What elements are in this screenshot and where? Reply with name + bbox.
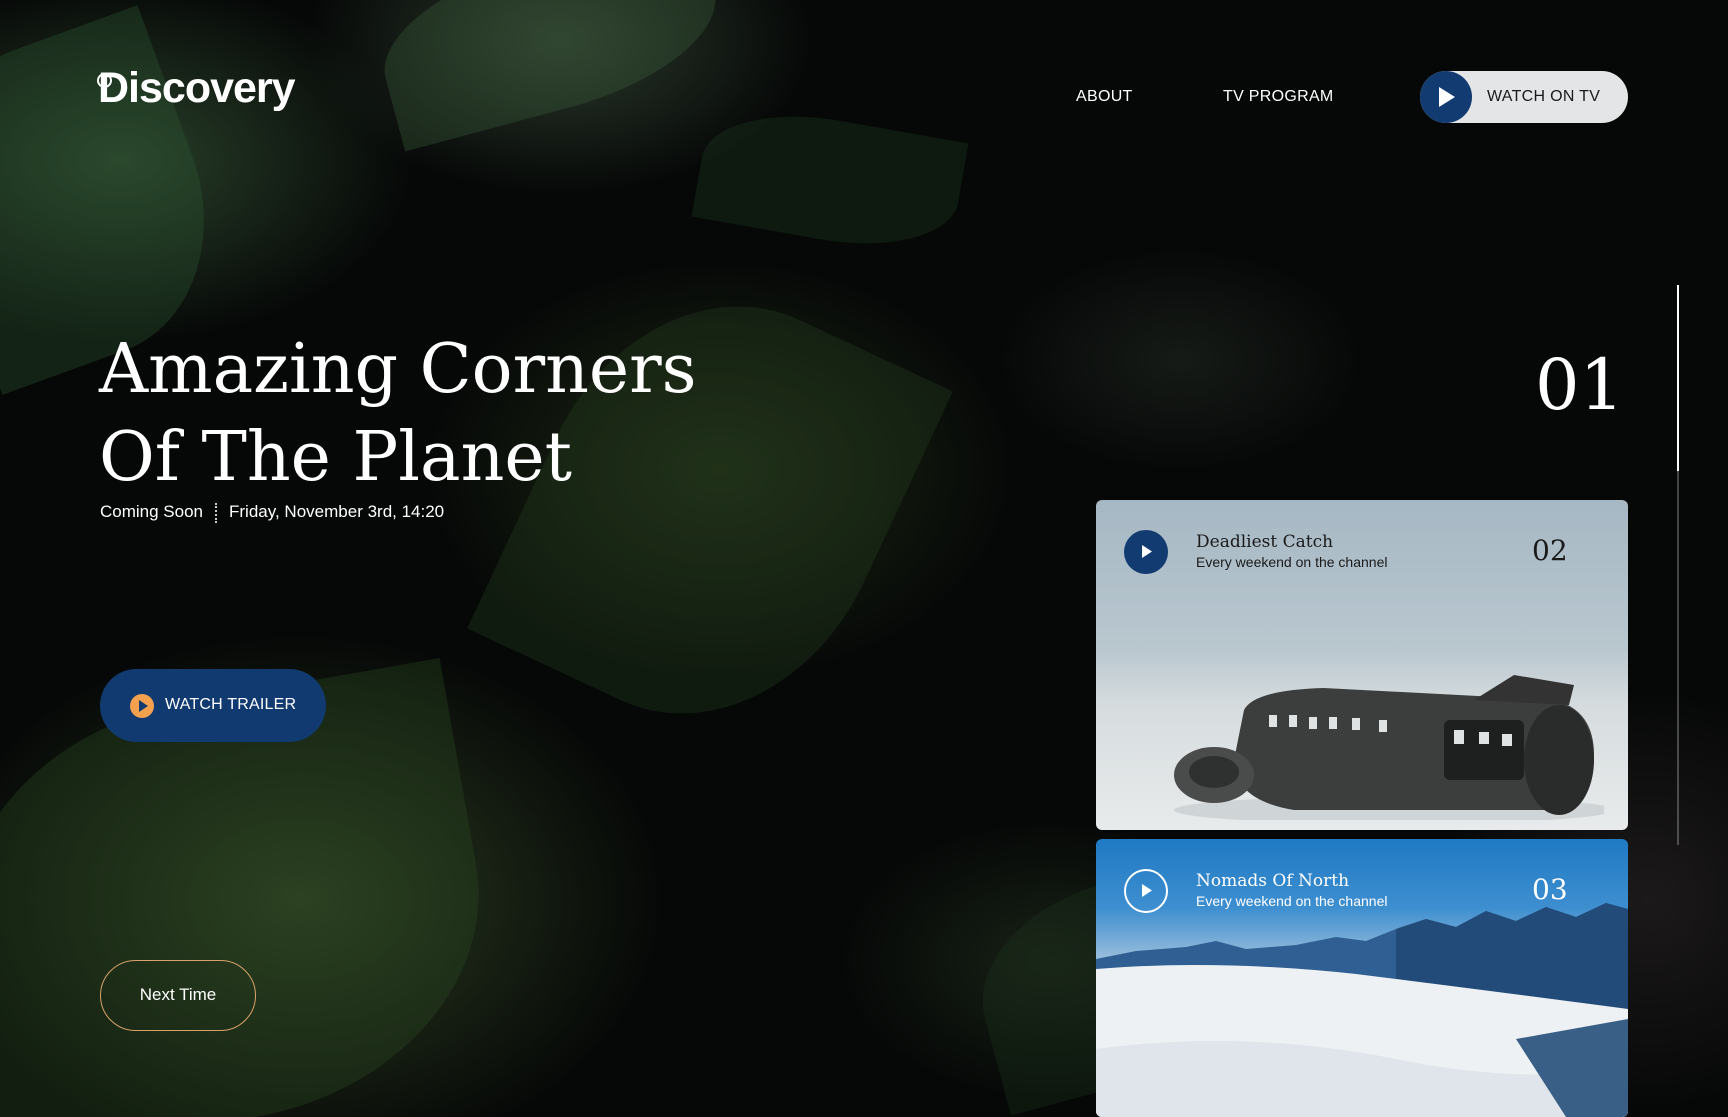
divider: [215, 502, 218, 523]
hero-title-line1: Amazing Corners: [99, 330, 697, 409]
play-icon[interactable]: [1124, 530, 1168, 574]
scrollbar-thumb[interactable]: [1677, 285, 1679, 471]
discovery-logo[interactable]: Discovery: [98, 64, 296, 113]
nav-about[interactable]: ABOUT: [1076, 88, 1133, 106]
watch-trailer-label: WATCH TRAILER: [165, 696, 297, 713]
hero-title: Amazing Corners Of The Planet: [99, 326, 859, 502]
play-icon: [1420, 71, 1472, 123]
air-datetime: Friday, November 3rd, 14:20: [229, 502, 445, 521]
next-time-label: Next Time: [139, 985, 217, 1004]
card-index: 03: [1532, 873, 1568, 906]
nav-tv-program[interactable]: TV PROGRAM: [1223, 88, 1334, 106]
status-label: Coming Soon: [100, 502, 204, 521]
program-card[interactable]: Deadliest Catch Every weekend on the cha…: [1096, 500, 1628, 830]
card-index: 02: [1532, 534, 1568, 567]
program-card[interactable]: Nomads Of North Every weekend on the cha…: [1096, 839, 1628, 1117]
next-time-button[interactable]: Next Time: [100, 960, 256, 1031]
header: Discovery ABOUT TV PROGRAM WATCH ON TV: [0, 0, 1728, 200]
play-icon[interactable]: [1124, 869, 1168, 913]
card-title: Nomads Of North: [1196, 871, 1350, 891]
card-title: Deadliest Catch: [1196, 532, 1334, 552]
hero-title-line2: Of The Planet: [99, 418, 572, 497]
watch-on-tv-button[interactable]: WATCH ON TV: [1420, 71, 1628, 123]
watch-on-tv-label: WATCH ON TV: [1487, 88, 1601, 105]
card-subtitle: Every weekend on the channel: [1196, 554, 1388, 570]
plane-wreck-image: [1174, 675, 1604, 820]
card-subtitle: Every weekend on the channel: [1196, 893, 1388, 909]
play-icon: [130, 694, 154, 718]
hero-meta: Coming Soon Friday, November 3rd, 14:20: [100, 502, 444, 523]
slide-index: 01: [1535, 344, 1625, 426]
mountains-image: [1096, 903, 1628, 1117]
watch-trailer-button[interactable]: WATCH TRAILER: [100, 669, 326, 742]
